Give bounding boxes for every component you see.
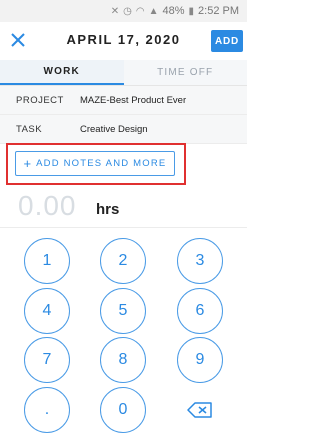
project-row[interactable]: PROJECT MAZE-Best Product Ever [0,86,247,115]
page-title: APRIL 17, 2020 [66,32,181,47]
alarm-icon: ◷ [123,5,132,17]
task-value: Creative Design [80,123,148,135]
key-4[interactable]: 4 [24,288,70,334]
key-decimal[interactable]: . [24,387,70,433]
hours-value: 0.00 [18,190,77,221]
mute-icon: ✕ [110,5,120,17]
key-6[interactable]: 6 [177,288,223,334]
app-bar: APRIL 17, 2020 ADD [0,22,247,60]
add-notes-button[interactable]: + ADD NOTES AND MORE [15,151,175,176]
add-notes-label: ADD NOTES AND MORE [36,158,167,169]
task-label: TASK [16,123,43,135]
status-bar: ✕ ◷ ◠ ▲ 48% ▮ 2:52 PM [0,0,247,22]
battery-icon: ▮ [188,5,195,17]
project-label: PROJECT [16,94,64,106]
task-row[interactable]: TASK Creative Design [0,115,247,144]
hours-display: 0.00 hrs [0,188,247,228]
backspace-key[interactable] [177,387,223,433]
key-2[interactable]: 2 [100,238,146,284]
wifi-icon: ◠ [135,5,145,17]
key-1[interactable]: 1 [24,238,70,284]
numeric-keypad: 1 2 3 4 5 6 7 8 9 . 0 [0,228,247,440]
key-0[interactable]: 0 [100,387,146,433]
status-time: 2:52 PM [198,5,239,17]
key-5[interactable]: 5 [100,288,146,334]
hours-unit: hrs [96,201,120,218]
backspace-icon [187,402,212,418]
battery-percent: 48% [162,5,185,17]
tab-work[interactable]: WORK [0,60,124,85]
add-button[interactable]: ADD [211,30,243,52]
key-7[interactable]: 7 [24,337,70,383]
key-9[interactable]: 9 [177,337,223,383]
key-3[interactable]: 3 [177,238,223,284]
tab-time-off[interactable]: TIME OFF [123,60,247,85]
signal-icon: ▲ [148,5,159,17]
key-8[interactable]: 8 [100,337,146,383]
plus-icon: + [23,156,32,171]
tab-bar: WORK TIME OFF [0,60,247,86]
project-value: MAZE-Best Product Ever [80,94,187,106]
